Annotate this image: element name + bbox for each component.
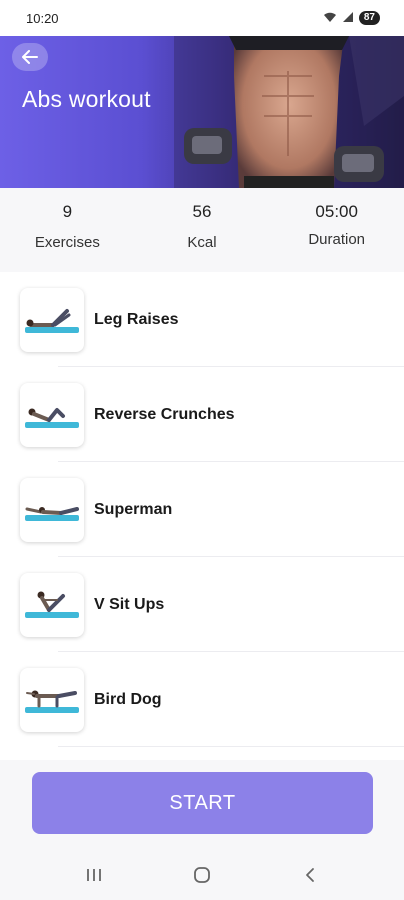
home-icon (194, 867, 210, 883)
exercise-thumbnail (20, 572, 84, 637)
workout-stats: 9 Exercises 56 Kcal 05:00 Duration (0, 188, 404, 272)
bird-dog-illustration (25, 690, 79, 713)
app-root: 10:20 87 Abs workout 9 Exercises 56 Kcal… (0, 0, 404, 900)
exercise-item-bird-dog[interactable]: Bird Dog (0, 652, 404, 747)
exercise-name: Superman (94, 500, 173, 518)
exercise-thumbnail (20, 477, 84, 542)
stat-label: Kcal (187, 234, 217, 251)
stat-kcal: 56 Kcal (135, 188, 270, 272)
exercise-name: V Sit Ups (94, 595, 165, 613)
reverse-crunches-illustration (25, 407, 79, 428)
start-area: START (0, 760, 404, 850)
superman-illustration (25, 506, 79, 521)
exercise-item-leg-raises[interactable]: Leg Raises (0, 272, 404, 367)
exercise-item-v-sit-ups[interactable]: V Sit Ups (0, 557, 404, 652)
stat-label: Duration (308, 231, 366, 248)
page-title: Abs workout (22, 86, 151, 112)
exercise-item-superman[interactable]: Superman (0, 462, 404, 557)
exercise-name: Leg Raises (94, 310, 179, 328)
exercise-name: Reverse Crunches (94, 405, 235, 423)
exercise-thumbnail (20, 667, 84, 732)
leg-raises-illustration (25, 308, 79, 333)
start-button[interactable]: START (32, 772, 373, 834)
wifi-icon (323, 11, 337, 26)
stat-exercises: 9 Exercises (0, 188, 135, 272)
workout-hero: Abs workout (0, 36, 404, 188)
exercise-item-reverse-crunches[interactable]: Reverse Crunches (0, 367, 404, 462)
stat-duration: 05:00 Duration (269, 188, 404, 272)
status-icons: 87 (323, 11, 380, 26)
recent-apps-icon (87, 869, 101, 881)
v-sit-ups-illustration (25, 591, 79, 618)
stat-value: 05:00 (315, 202, 358, 221)
arrow-left-icon (22, 50, 38, 64)
abs-hero-image (174, 36, 404, 188)
exercise-list: Leg Raises Reverse Crunches Superman V S… (0, 272, 404, 747)
status-bar: 10:20 87 (0, 0, 404, 36)
home-button[interactable] (182, 855, 222, 895)
chevron-left-icon (306, 868, 314, 882)
signal-icon (342, 11, 354, 26)
exercise-name: Bird Dog (94, 690, 162, 708)
back-button[interactable] (12, 43, 48, 71)
status-time: 10:20 (26, 10, 59, 26)
recent-apps-button[interactable] (74, 855, 114, 895)
stat-label: Exercises (34, 234, 100, 251)
battery-indicator: 87 (358, 11, 380, 25)
exercise-thumbnail (20, 382, 84, 447)
exercise-thumbnail (20, 287, 84, 352)
system-nav-bar (0, 850, 404, 900)
stat-value: 56 (192, 202, 212, 221)
battery-level: 87 (363, 12, 375, 23)
stat-value: 9 (62, 202, 73, 221)
back-nav-button[interactable] (290, 855, 330, 895)
